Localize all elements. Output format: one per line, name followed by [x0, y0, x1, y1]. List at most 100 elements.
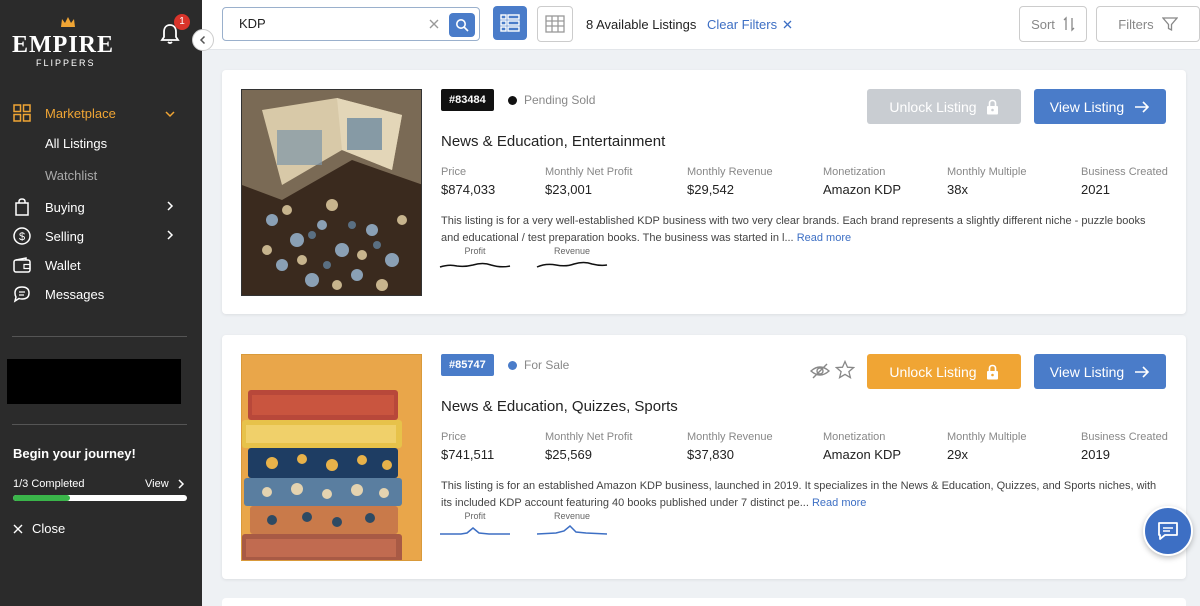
search-input[interactable]	[239, 16, 419, 31]
sidebar-divider	[12, 424, 187, 425]
journey-view-link[interactable]: View	[145, 478, 187, 490]
description-text: This listing is for a very well-establis…	[441, 215, 1146, 244]
revenue-sparkline: Revenue	[536, 246, 608, 272]
sidebar: EMPIRE FLIPPERS 1 Marketplace All Listin…	[0, 0, 202, 606]
clear-filters-link[interactable]: Clear Filters	[707, 17, 792, 32]
clear-search-icon[interactable]	[427, 17, 441, 31]
stat-label: Monthly Net Profit	[545, 166, 633, 178]
sidebar-item-marketplace[interactable]: Marketplace	[12, 103, 116, 123]
sidebar-item-all-listings[interactable]: All Listings	[45, 136, 107, 151]
chevron-right-icon	[178, 479, 184, 489]
read-more-link[interactable]: Read more	[797, 232, 851, 244]
stat-monthly-revenue: Monthly Revenue $29,542	[687, 166, 773, 197]
close-icon	[13, 524, 23, 533]
stat-label: Business Created	[1081, 166, 1168, 178]
sort-icon	[1063, 16, 1075, 32]
list-view-icon	[500, 14, 520, 32]
sidebar-item-watchlist[interactable]: Watchlist	[45, 168, 97, 183]
chevron-down-icon[interactable]	[164, 108, 176, 120]
listing-thumbnail-puzzle-book[interactable]	[241, 89, 422, 296]
chevron-left-icon	[199, 35, 206, 45]
view-listing-label: View Listing	[1049, 98, 1125, 115]
stat-value: 2019	[1081, 447, 1110, 462]
read-more-link[interactable]: Read more	[812, 497, 866, 509]
shopping-bag-icon	[12, 197, 32, 217]
table-view-toggle[interactable]	[537, 6, 573, 42]
stat-value: 38x	[947, 182, 968, 197]
stat-label: Monetization	[823, 166, 886, 178]
sidebar-collapse-button[interactable]	[192, 29, 214, 51]
svg-text:$: $	[19, 231, 25, 243]
stat-value: $874,033	[441, 182, 496, 197]
sidebar-item-buying[interactable]: Buying	[12, 197, 85, 217]
clear-filters-label: Clear Filters	[707, 17, 778, 32]
journey-title: Begin your journey!	[13, 446, 136, 461]
listing-id-badge: #85747	[441, 354, 494, 376]
stat-label: Price	[441, 431, 467, 443]
lock-icon	[986, 364, 998, 379]
unlock-listing-button[interactable]: Unlock Listing	[867, 354, 1021, 389]
journey-progress-text: 1/3 Completed	[13, 478, 85, 490]
listing-status: For Sale	[508, 358, 569, 372]
stat-label: Monetization	[823, 431, 886, 443]
arrow-right-icon	[1135, 100, 1150, 113]
search-button[interactable]	[449, 13, 475, 37]
stat-value: 29x	[947, 447, 968, 462]
stat-label: Price	[441, 166, 467, 178]
listing-status: Pending Sold	[508, 93, 595, 107]
stat-monetization: Monetization Amazon KDP	[823, 431, 901, 462]
description-text: This listing is for an established Amazo…	[441, 480, 1157, 509]
book-stack-image	[242, 355, 421, 560]
profit-sparkline: Profit	[439, 511, 511, 537]
listing-id-badge: #83484	[441, 89, 494, 111]
sparkline-label: Revenue	[553, 246, 591, 256]
sidebar-divider	[12, 336, 187, 337]
chat-icon	[1158, 522, 1178, 540]
stat-monetization: Monetization Amazon KDP	[823, 166, 901, 197]
unlock-listing-button[interactable]: Unlock Listing	[867, 89, 1021, 124]
stat-business-created: Business Created 2021	[1081, 166, 1168, 197]
listing-title[interactable]: News & Education, Entertainment	[441, 133, 665, 150]
close-label: Close	[32, 521, 66, 536]
table-view-icon	[545, 15, 565, 33]
stat-monthly-revenue: Monthly Revenue $37,830	[687, 431, 773, 462]
stat-value: Amazon KDP	[823, 447, 902, 462]
sidebar-item-wallet[interactable]: Wallet	[12, 255, 81, 275]
stat-monthly-multiple: Monthly Multiple 29x	[947, 431, 1026, 462]
view-listing-button[interactable]: View Listing	[1034, 89, 1166, 124]
stat-label: Monthly Revenue	[687, 166, 773, 178]
empire-flippers-logo[interactable]: EMPIRE FLIPPERS	[12, 14, 113, 68]
journey-view-label: View	[145, 478, 169, 490]
sidebar-item-label: Selling	[45, 228, 85, 244]
close-icon	[783, 20, 792, 29]
sidebar-item-label: Messages	[45, 286, 105, 302]
stat-label: Monthly Multiple	[947, 166, 1027, 178]
filters-button[interactable]: Filters	[1096, 6, 1200, 42]
stat-label: Monthly Multiple	[947, 431, 1027, 443]
stat-price: Price $741,511	[441, 431, 494, 462]
sidebar-item-selling[interactable]: $ Selling	[12, 226, 84, 246]
star-icon[interactable]	[835, 360, 855, 380]
sort-label: Sort	[1031, 16, 1055, 32]
sidebar-item-messages[interactable]: Messages	[12, 284, 104, 304]
stat-business-created: Business Created 2019	[1081, 431, 1168, 462]
stat-price: Price $874,033	[441, 166, 495, 197]
listing-title[interactable]: News & Education, Quizzes, Sports	[441, 398, 678, 415]
hide-eye-icon[interactable]	[810, 361, 830, 381]
journey-close-button[interactable]: Close	[13, 521, 65, 536]
journey-progress-bar	[13, 495, 187, 501]
list-view-toggle[interactable]	[493, 6, 527, 40]
chevron-right-icon[interactable]	[164, 229, 176, 241]
filters-label: Filters	[1118, 16, 1154, 32]
top-toolbar: 8 Available Listings Clear Filters Sort …	[202, 0, 1200, 50]
stat-label: Business Created	[1081, 431, 1168, 443]
sparkline-label: Revenue	[553, 511, 591, 521]
profit-sparkline-line	[440, 527, 510, 535]
chevron-right-icon[interactable]	[164, 200, 176, 212]
sidebar-item-label: Buying	[45, 199, 85, 215]
support-chat-button[interactable]	[1143, 506, 1193, 556]
sort-button[interactable]: Sort	[1019, 6, 1087, 42]
listing-thumbnail-book-stack[interactable]	[241, 354, 422, 561]
view-listing-button[interactable]: View Listing	[1034, 354, 1166, 389]
stat-value: $23,001	[545, 182, 592, 197]
